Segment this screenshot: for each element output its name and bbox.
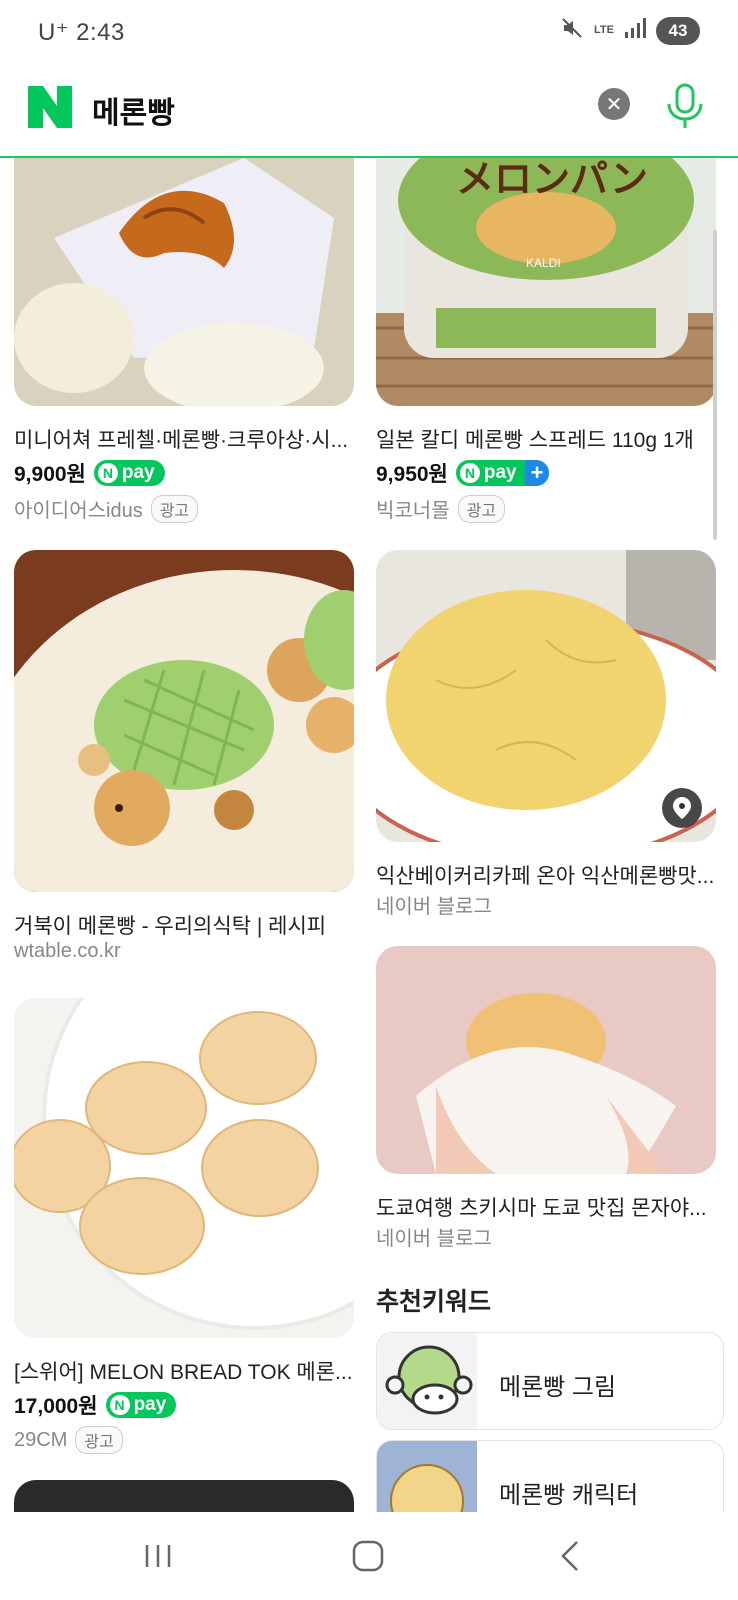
kaldi-jp-title: メロンパン (456, 158, 648, 201)
clear-search-button[interactable]: ✕ (598, 88, 630, 120)
close-icon: ✕ (605, 93, 623, 116)
kaldi-brand: KALDI (526, 256, 561, 270)
ad-badge: 광고 (150, 494, 199, 523)
result-image-croissant[interactable] (14, 158, 354, 406)
signal-icon (624, 18, 646, 43)
battery-icon: 43 (656, 16, 700, 45)
image-results: 미니어쳐 프레첼·메론빵·크루아상·시... 9,900원 Npay 아이디어스… (0, 158, 738, 1512)
result-price: 9,900원 Npay (14, 458, 165, 488)
result-price: 17,000원 Npay (14, 1390, 177, 1420)
status-time: U⁺ 2:43 (38, 19, 125, 46)
navigation-bar (0, 1512, 738, 1600)
recommended-keywords-title: 추천키워드 (376, 1288, 492, 1316)
result-image-tokyo-melonpan[interactable] (376, 946, 716, 1174)
result-title[interactable]: 거북이 메론빵 - 우리의식탁 | 레시피 (14, 910, 354, 940)
result-source[interactable]: 아이디어스idus 광고 (14, 494, 199, 523)
recent-apps-icon (145, 1545, 171, 1567)
keyword-label: 메론빵 캐릭터 (499, 1482, 639, 1509)
result-image-melonpan-plate[interactable] (14, 998, 354, 1338)
search-input[interactable]: 메론빵 (92, 88, 175, 132)
plus-icon: + (524, 460, 550, 486)
back-button[interactable] (540, 1526, 600, 1586)
naver-n-icon: N (97, 463, 118, 483)
keyword-card[interactable]: 메론빵 그림 (376, 1332, 724, 1430)
result-source[interactable]: wtable.co.kr (14, 940, 121, 963)
mute-icon (560, 16, 584, 45)
location-pin-icon (662, 788, 702, 828)
result-image-kaldi-spread[interactable]: メロンパン KALDI (376, 158, 716, 406)
result-price: 9,950원 Npay + (376, 458, 550, 488)
result-title[interactable]: 미니어쳐 프레첼·메론빵·크루아상·시... (14, 424, 354, 454)
keyword-label: 메론빵 그림 (499, 1374, 617, 1401)
result-source[interactable]: 네이버 블로그 (376, 1222, 492, 1251)
npay-badge: Npay (93, 460, 165, 486)
back-icon (561, 1541, 578, 1571)
result-title[interactable]: 도쿄여행 츠키시마 도쿄 맛집 몬자야... (376, 1192, 716, 1222)
search-header: 메론빵 ✕ (0, 66, 738, 158)
npay-badge: Npay (105, 1392, 177, 1418)
result-image-next[interactable] (14, 1480, 354, 1512)
keyword-card[interactable]: 메론빵 캐릭터 (376, 1440, 724, 1512)
status-bar: U⁺ 2:43 LTE 43 (0, 0, 738, 66)
result-title[interactable]: [스위어] MELON BREAD TOK 메론... (14, 1356, 354, 1386)
home-icon (352, 1540, 384, 1572)
ad-badge: 광고 (457, 494, 506, 523)
status-icons: LTE 43 (560, 16, 700, 45)
scrollbar[interactable] (713, 230, 717, 540)
keyword-thumbnail (377, 1441, 477, 1512)
result-image-turtle-melonpan[interactable] (14, 550, 354, 892)
naver-n-icon: N (459, 463, 480, 483)
npay-plus-badge: Npay + (455, 460, 550, 486)
naver-n-icon: N (109, 1395, 130, 1415)
ad-badge: 광고 (75, 1426, 123, 1454)
home-button[interactable] (338, 1526, 398, 1586)
result-source[interactable]: 네이버 블로그 (376, 890, 492, 919)
microphone-icon (667, 83, 703, 128)
naver-logo[interactable] (28, 86, 72, 128)
voice-search-button[interactable] (664, 82, 706, 130)
keyword-thumbnail (377, 1333, 477, 1429)
result-title[interactable]: 익산베이커리카페 온아 익산메론빵맛... (376, 860, 716, 890)
result-title[interactable]: 일본 칼디 메론빵 스프레드 110g 1개 (376, 424, 716, 454)
recent-apps-button[interactable] (128, 1526, 188, 1586)
lte-icon: LTE (594, 24, 614, 36)
result-source[interactable]: 빅코너몰 광고 (376, 494, 506, 523)
result-source[interactable]: 29CM 광고 (14, 1426, 123, 1454)
result-image-iksan-bakery[interactable] (376, 550, 716, 842)
